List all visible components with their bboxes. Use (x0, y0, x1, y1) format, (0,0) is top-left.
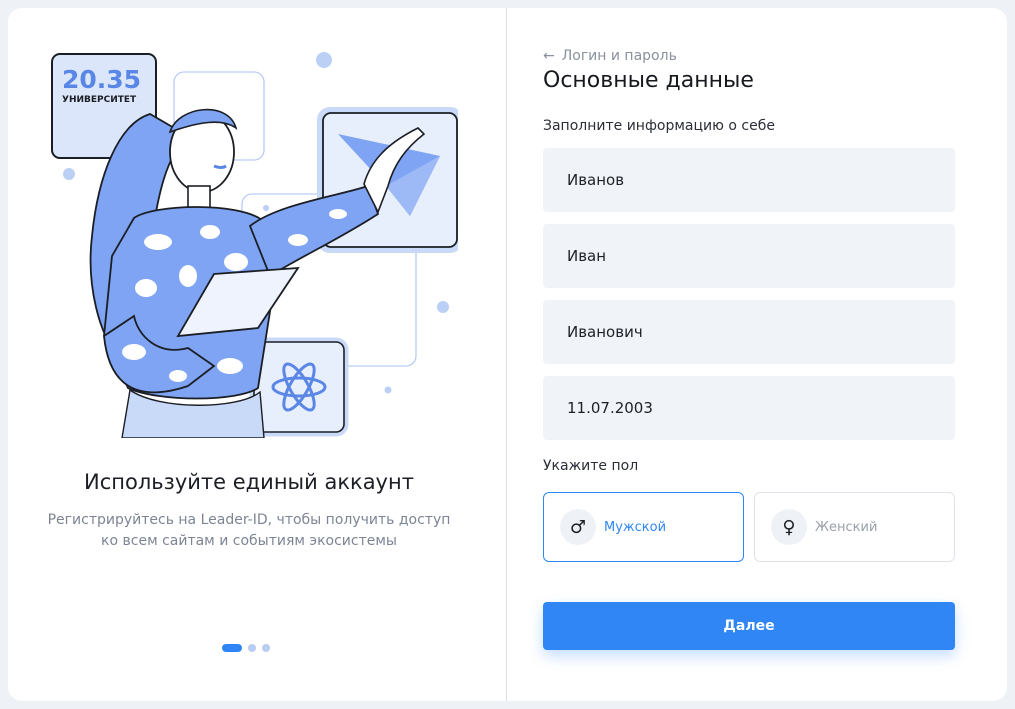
back-link-label: Логин и пароль (561, 48, 677, 64)
promo-description-line-2: ко всем сайтам и событиям экосистемы (101, 533, 397, 549)
promo-description-line-1: Регистрируйтесь на Leader-ID, чтобы полу… (47, 512, 451, 528)
male-icon: ♂ (560, 509, 596, 545)
arrow-left-icon: ← (543, 48, 555, 64)
middle-name-value: Иванович (567, 323, 643, 341)
gender-label: Укажите пол (543, 458, 639, 474)
promo-title: Используйте единый аккаунт (84, 470, 414, 494)
middle-name-field[interactable]: Иванович (543, 300, 955, 364)
promo-illustration: 20.35 УНИВЕРСИТЕТ (51, 52, 458, 438)
last-name-value: Иванов (567, 171, 625, 189)
panel-divider (506, 8, 507, 701)
carousel-dot-1[interactable] (222, 644, 242, 652)
logo-number: 20.35 (62, 65, 141, 94)
first-name-field[interactable]: Иван (543, 224, 955, 288)
female-icon: ♀ (771, 509, 807, 545)
birth-date-field[interactable]: 11.07.2003 (543, 376, 955, 440)
carousel-dots (222, 644, 270, 652)
logo-caption: УНИВЕРСИТЕТ (62, 95, 137, 105)
page-title: Основные данные (543, 68, 754, 93)
form-subtitle: Заполните информацию о себе (543, 118, 775, 134)
next-button[interactable]: Далее (543, 602, 955, 650)
carousel-dot-2[interactable] (248, 644, 256, 652)
back-link[interactable]: ← Логин и пароль (543, 48, 677, 64)
gender-female-option[interactable]: ♀ Женский (754, 492, 955, 562)
gender-male-option[interactable]: ♂ Мужской (543, 492, 744, 562)
last-name-field[interactable]: Иванов (543, 148, 955, 212)
ecosystem-logo-card (249, 337, 349, 437)
birth-date-value: 11.07.2003 (567, 399, 653, 417)
carousel-dot-3[interactable] (262, 644, 270, 652)
gender-female-label: Женский (815, 519, 878, 535)
first-name-value: Иван (567, 247, 607, 265)
gender-male-label: Мужской (604, 519, 667, 535)
promo-description: Регистрируйтесь на Leader-ID, чтобы полу… (40, 510, 458, 552)
